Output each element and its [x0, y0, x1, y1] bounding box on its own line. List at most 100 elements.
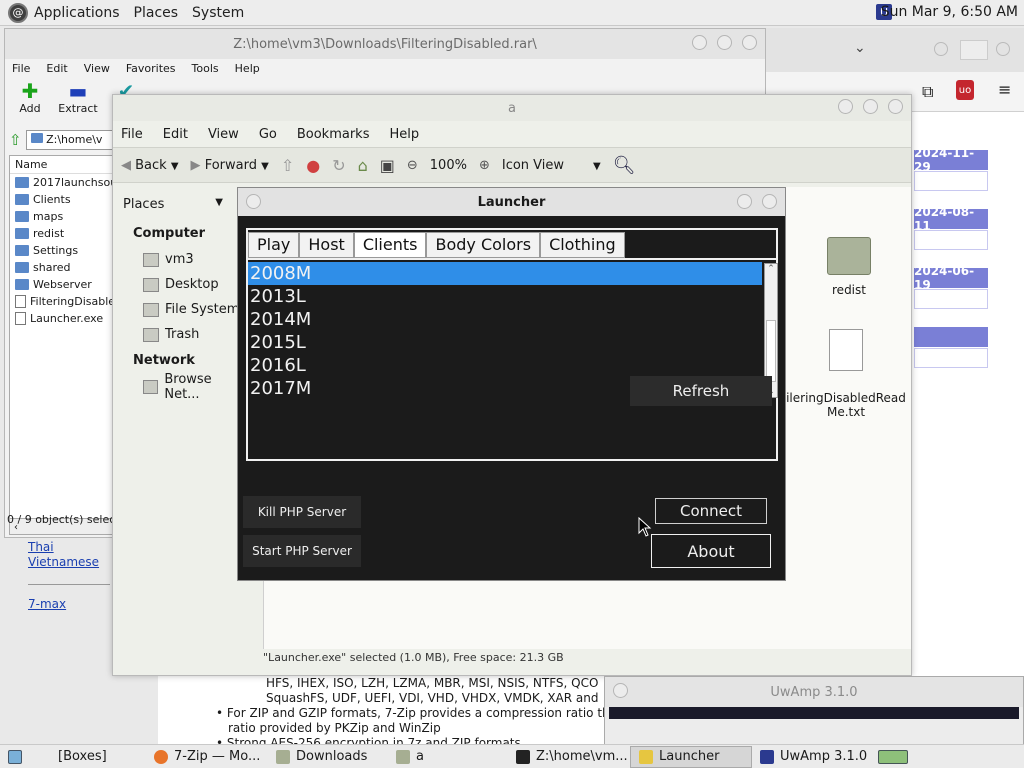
window-title: a — [508, 100, 516, 116]
window-menu-icon[interactable] — [613, 683, 628, 698]
extensions-icon[interactable]: ⧉ — [922, 82, 933, 102]
menu-file[interactable]: File — [12, 62, 30, 75]
menu-file[interactable]: File — [121, 127, 143, 142]
zoom-in-icon[interactable]: ⊕ — [479, 158, 490, 173]
taskbar-item-launcher[interactable]: Launcher — [630, 745, 752, 768]
minimize-icon[interactable] — [737, 194, 752, 209]
menu-help[interactable]: Help — [235, 62, 260, 75]
client-row[interactable]: 2014M — [248, 308, 762, 331]
scroll-up-icon[interactable]: ⌃ — [765, 264, 777, 274]
client-row[interactable]: 2013L — [248, 285, 762, 308]
hamburger-menu-icon[interactable]: ≡ — [998, 80, 1011, 99]
menu-edit[interactable]: Edit — [46, 62, 67, 75]
tab-clothing[interactable]: Clothing — [540, 232, 625, 258]
minimize-icon[interactable] — [692, 35, 707, 50]
fm-titlebar[interactable]: a — [113, 95, 911, 121]
client-row[interactable]: 2008M — [248, 262, 762, 285]
file-item-redist[interactable]: redist — [804, 237, 894, 297]
extract-button[interactable]: ▬ Extract — [58, 80, 97, 116]
clock[interactable]: Sun Mar 9, 6:50 AM — [881, 4, 1018, 20]
date-badge-blank — [914, 327, 988, 347]
view-mode-select[interactable]: Icon View ▼ — [502, 158, 601, 173]
places-menu[interactable]: Places — [134, 5, 179, 21]
window-max-icon[interactable] — [960, 40, 988, 60]
menu-go[interactable]: Go — [259, 127, 277, 142]
folder-icon — [827, 237, 871, 275]
menu-bookmarks[interactable]: Bookmarks — [297, 127, 370, 142]
list-item[interactable]: 2017launchsource — [10, 174, 116, 191]
tab-host[interactable]: Host — [299, 232, 354, 258]
workspace-switcher[interactable] — [870, 746, 910, 768]
launcher-titlebar[interactable]: Launcher — [238, 188, 785, 216]
close-icon[interactable] — [888, 99, 903, 114]
computer-icon[interactable]: ▣ — [380, 156, 395, 175]
up-folder-icon[interactable]: ⇧ — [9, 131, 22, 149]
places-select[interactable]: Places ▼ — [123, 197, 223, 212]
ublock-icon[interactable]: uo — [956, 80, 974, 100]
about-button[interactable]: About — [651, 534, 771, 568]
list-item[interactable]: maps — [10, 208, 116, 225]
7zip-titlebar[interactable]: Z:\home\vm3\Downloads\FilteringDisabled.… — [5, 29, 765, 59]
tab-play[interactable]: Play — [248, 232, 300, 258]
list-item[interactable]: redist — [10, 225, 116, 242]
window-menu-icon[interactable] — [246, 194, 261, 209]
kill-php-server-button[interactable]: Kill PHP Server — [243, 496, 361, 528]
tab-clients[interactable]: Clients — [353, 232, 427, 258]
list-item[interactable]: FilteringDisabled — [10, 293, 116, 310]
path-input[interactable]: Z:\home\v — [25, 130, 117, 150]
stop-icon[interactable]: ● — [306, 156, 320, 175]
link-vietnamese[interactable]: Vietnamese — [28, 555, 110, 570]
start-php-server-button[interactable]: Start PHP Server — [243, 535, 361, 567]
taskbar-item-boxes[interactable]: [Boxes] — [50, 746, 146, 768]
add-button[interactable]: ✚ Add — [15, 80, 45, 116]
scroll-thumb[interactable] — [766, 320, 776, 382]
maximize-icon[interactable] — [863, 99, 878, 114]
menu-help[interactable]: Help — [389, 127, 419, 142]
reload-icon[interactable]: ↻ — [332, 156, 345, 175]
taskbar-item-downloads[interactable]: Downloads — [268, 746, 388, 768]
taskbar-item-7zip[interactable]: Z:\home\vm... — [508, 746, 630, 768]
link-thai[interactable]: Thai — [28, 540, 110, 555]
list-item[interactable]: Webserver — [10, 276, 116, 293]
minimize-icon[interactable] — [838, 99, 853, 114]
back-button[interactable]: ◀ Back ▼ — [121, 158, 179, 173]
column-name-header[interactable]: Name — [10, 156, 116, 174]
taskbar-item-uwamp[interactable]: UwAmp 3.1.0 — [752, 746, 870, 768]
taskbar-item-a[interactable]: a — [388, 746, 508, 768]
client-row[interactable]: 2015L — [248, 331, 762, 354]
menu-view[interactable]: View — [84, 62, 110, 75]
search-icon[interactable]: 🔍︎ — [613, 155, 636, 176]
menu-favorites[interactable]: Favorites — [126, 62, 176, 75]
link-7-max[interactable]: 7-max — [28, 597, 110, 612]
list-item[interactable]: Settings — [10, 242, 116, 259]
list-item[interactable]: Clients — [10, 191, 116, 208]
divider — [28, 584, 110, 585]
tab-body-colors[interactable]: Body Colors — [426, 232, 541, 258]
menu-view[interactable]: View — [208, 127, 239, 142]
maximize-icon[interactable] — [717, 35, 732, 50]
taskbar-item-firefox[interactable]: 7-Zip — Mo... — [146, 746, 268, 768]
chevron-down-icon[interactable]: ⌄ — [854, 40, 866, 56]
client-row[interactable]: 2016L — [248, 354, 762, 377]
applications-menu[interactable]: Applications — [34, 5, 120, 21]
top-panel: @ Applications Places System U Sun Mar 9… — [0, 0, 1024, 26]
close-icon[interactable] — [762, 194, 777, 209]
window-close-icon[interactable] — [996, 42, 1010, 56]
distro-logo-icon[interactable]: @ — [8, 2, 28, 23]
show-desktop-button[interactable] — [0, 746, 50, 768]
connect-button[interactable]: Connect — [655, 498, 767, 524]
zoom-out-icon[interactable]: ⊖ — [407, 158, 418, 173]
uwamp-titlebar[interactable]: UwAmp 3.1.0 — [605, 677, 1023, 707]
list-item[interactable]: Launcher.exe — [10, 310, 116, 327]
forward-button[interactable]: ▶ Forward ▼ — [191, 158, 269, 173]
close-icon[interactable] — [742, 35, 757, 50]
home-icon[interactable]: ⌂ — [358, 156, 368, 175]
up-arrow-icon[interactable]: ⇧ — [281, 156, 294, 175]
file-item-readme[interactable]: ileringDisabledRead Me.txt — [784, 315, 908, 419]
menu-tools[interactable]: Tools — [192, 62, 219, 75]
refresh-button[interactable]: Refresh — [630, 376, 772, 406]
menu-edit[interactable]: Edit — [163, 127, 188, 142]
system-menu[interactable]: System — [192, 5, 244, 21]
window-min-icon[interactable] — [934, 42, 948, 56]
list-item[interactable]: shared — [10, 259, 116, 276]
